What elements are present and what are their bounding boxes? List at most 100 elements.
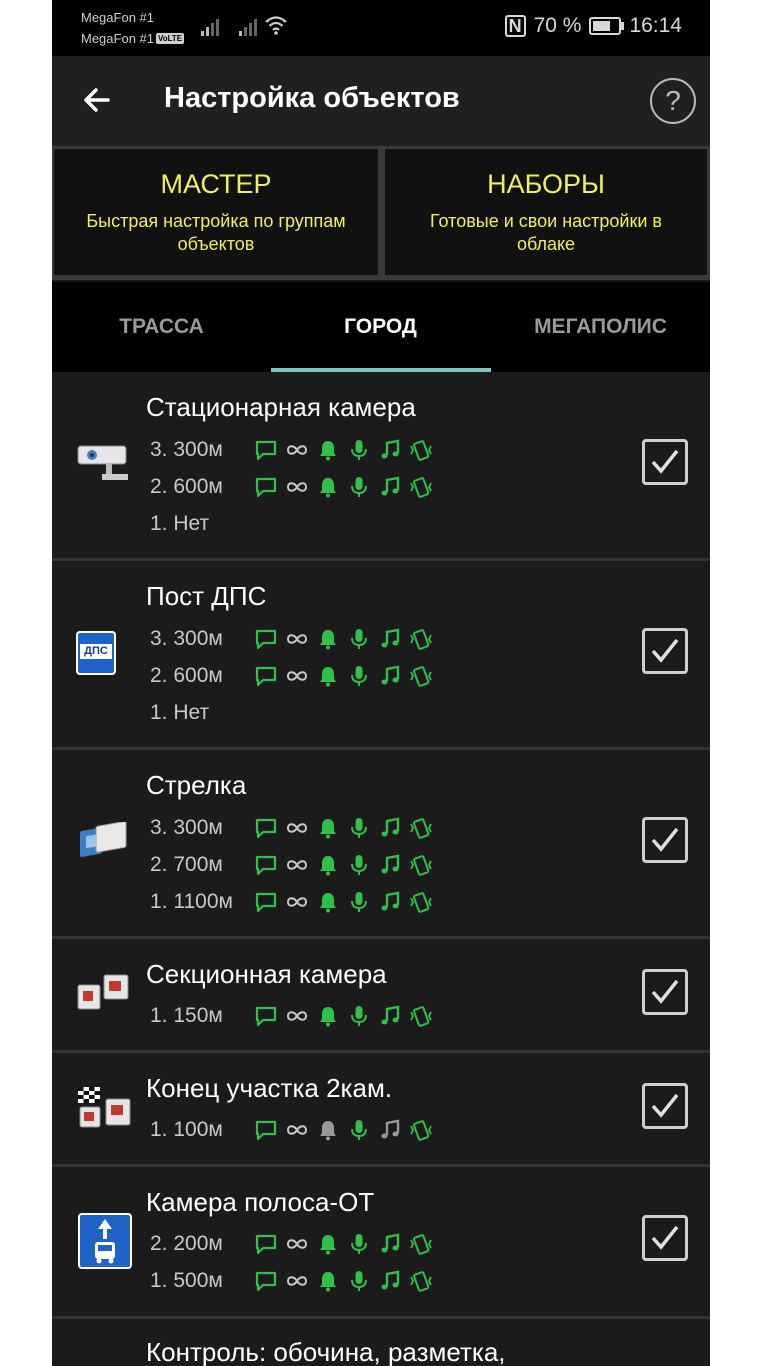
checkmark-icon: [651, 1225, 679, 1250]
master-title: МАСТЕР: [160, 169, 272, 199]
sets-card[interactable]: НАБОРЫ Готовые и свои настройки в облаке: [385, 149, 707, 275]
level-row[interactable]: 1. Нет: [150, 699, 254, 727]
level-label: 1. 100м: [150, 1118, 223, 1141]
bell-icon: [320, 1235, 336, 1255]
item-checkbox[interactable]: [642, 969, 688, 1015]
music-note-icon: [381, 1119, 400, 1139]
signal-2-icon: [239, 19, 257, 36]
level-row[interactable]: 1. 500м: [150, 1267, 440, 1295]
infinity-icon: [286, 1276, 308, 1286]
help-button[interactable]: ?: [650, 78, 696, 124]
level-row[interactable]: 2. 200м: [150, 1230, 440, 1258]
tab-trassa[interactable]: ТРАССА: [52, 282, 271, 372]
app-bar: Настройка объектов ?: [52, 56, 710, 146]
object-list: Стационарная камера 3. 300м 2. 600м 1. Н…: [52, 372, 710, 1366]
microphone-icon: [351, 1120, 367, 1140]
list-item[interactable]: Стационарная камера 3. 300м 2. 600м 1. Н…: [52, 372, 710, 561]
level-label: 1. 500м: [150, 1269, 223, 1292]
level-row[interactable]: 3. 300м: [150, 625, 440, 653]
music-note-icon: [381, 891, 400, 911]
list-item[interactable]: Секционная камера 1. 150м: [52, 939, 710, 1053]
list-item[interactable]: Конец участка 2кам. 1. 100м: [52, 1053, 710, 1167]
dps-post-icon: ДПС: [76, 631, 116, 675]
infinity-icon: [286, 823, 308, 833]
item-name: Камера полоса-ОТ: [146, 1187, 375, 1217]
infinity-icon: [286, 1011, 308, 1021]
list-item[interactable]: Стрелка 3. 300м 2. 700м 1. 1100м: [52, 750, 710, 939]
level-row[interactable]: 1. 150м: [150, 1002, 440, 1030]
microphone-icon: [351, 1006, 367, 1026]
bell-icon: [320, 630, 336, 650]
message-icon: [255, 818, 277, 839]
level-label: 2. 600м: [150, 475, 223, 498]
bell-icon: [320, 1121, 336, 1141]
microphone-icon: [351, 440, 367, 460]
list-item[interactable]: Камера полоса-ОТ 2. 200м 1. 500м: [52, 1167, 710, 1319]
level-row[interactable]: 1. Нет: [150, 510, 254, 538]
dps-post-icon-text: ДПС: [80, 644, 112, 659]
item-name: Конец участка 2кам.: [146, 1073, 393, 1103]
music-note-icon: [381, 1270, 400, 1290]
battery-fill: [593, 21, 611, 31]
tab-gorod[interactable]: ГОРОД: [271, 282, 490, 372]
level-row[interactable]: 3. 300м: [150, 436, 440, 464]
music-note-icon: [381, 439, 400, 459]
checkmark-icon: [651, 979, 679, 1004]
page-title: Настройка объектов: [164, 82, 460, 114]
tab-megapolis[interactable]: МЕГАПОЛИС: [491, 282, 710, 372]
infinity-icon: [286, 482, 308, 492]
bell-icon: [320, 856, 336, 876]
level-row[interactable]: 2. 600м: [150, 473, 440, 501]
level-row[interactable]: 1. 100м: [150, 1116, 440, 1144]
music-note-icon: [381, 628, 400, 648]
back-arrow-icon[interactable]: [78, 80, 118, 120]
item-checkbox[interactable]: [642, 817, 688, 863]
message-icon: [255, 666, 277, 687]
master-card[interactable]: МАСТЕР Быстрая настройка по группам объе…: [54, 149, 378, 275]
level-label: 2. 600м: [150, 664, 223, 687]
vibration-icon: [410, 1006, 432, 1027]
level-label: 3. 300м: [150, 438, 223, 461]
level-row[interactable]: 3. 300м: [150, 814, 440, 842]
message-icon: [255, 892, 277, 913]
bell-icon: [320, 893, 336, 913]
item-name: Стрелка: [146, 770, 247, 800]
item-checkbox[interactable]: [642, 628, 688, 674]
level-row[interactable]: 2. 600м: [150, 662, 440, 690]
item-checkbox[interactable]: [642, 439, 688, 485]
level-label: 1. 1100м: [150, 890, 233, 913]
item-name: Стационарная камера: [146, 392, 416, 422]
music-note-icon: [381, 854, 400, 874]
checkmark-icon: [651, 449, 679, 474]
volte-badge: VoLTE: [156, 33, 185, 44]
microphone-icon: [351, 818, 367, 838]
microphone-icon: [351, 477, 367, 497]
vibration-icon: [410, 629, 432, 650]
level-label: 1. Нет: [150, 701, 210, 724]
level-row[interactable]: 2. 700м: [150, 851, 440, 879]
tab-bar: ТРАССА ГОРОД МЕГАПОЛИС: [52, 282, 710, 372]
item-checkbox[interactable]: [642, 1083, 688, 1129]
music-note-icon: [381, 817, 400, 837]
vibration-icon: [410, 1234, 432, 1255]
infinity-icon: [286, 671, 308, 681]
list-item[interactable]: Контроль: обочина, разметка,: [52, 1319, 710, 1366]
vibration-icon: [410, 892, 432, 913]
item-name: Контроль: обочина, разметка,: [146, 1337, 506, 1366]
bell-icon: [320, 1007, 336, 1027]
infinity-icon: [286, 897, 308, 907]
battery-icon: [589, 17, 625, 35]
item-checkbox[interactable]: [642, 1215, 688, 1261]
list-item[interactable]: ДПС Пост ДПС 3. 300м 2. 600м 1. Нет: [52, 561, 710, 750]
music-note-icon: [381, 476, 400, 496]
setup-cards: МАСТЕР Быстрая настройка по группам объе…: [52, 146, 710, 280]
status-right: N 70 % 16:14: [504, 14, 682, 38]
level-label: 3. 300м: [150, 627, 223, 650]
sets-title: НАБОРЫ: [487, 169, 605, 199]
level-row[interactable]: 1. 1100м: [150, 888, 440, 916]
status-bar: MegaFon #1 MegaFon #1 VoLTE N 70 % 16:14: [52, 0, 710, 56]
master-subtitle: Быстрая настройка по группам объектов: [86, 211, 346, 254]
microphone-icon: [351, 1234, 367, 1254]
bell-icon: [320, 819, 336, 839]
section-end-icon: [78, 1087, 131, 1128]
